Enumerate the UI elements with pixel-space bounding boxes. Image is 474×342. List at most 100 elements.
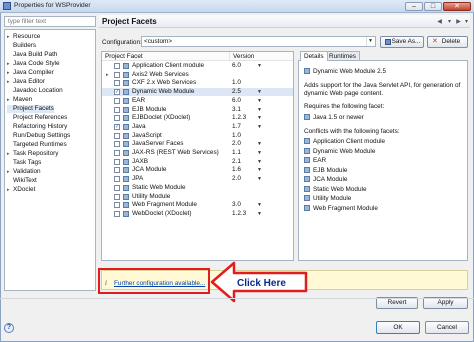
maximize-button[interactable]: □ [424, 2, 442, 11]
sidebar-item[interactable]: ▸ Validation [7, 168, 41, 176]
sidebar-item[interactable]: ▸ Task Repository [7, 150, 58, 158]
sidebar-item[interactable]: Java Build Path [7, 51, 57, 59]
version-dropdown-icon[interactable]: ▼ [257, 210, 262, 218]
chevron-down-icon: ▼ [366, 37, 374, 46]
forward-dropdown-icon[interactable]: ▾ [462, 18, 471, 26]
facet-row[interactable]: JCA Module 1.6 ▼ [102, 166, 293, 174]
sidebar-item[interactable]: ▸ Java Editor [7, 78, 45, 86]
facet-row[interactable]: Utility Module [102, 193, 293, 201]
sidebar-item[interactable]: Builders [7, 42, 36, 50]
facet-checkbox[interactable]: ✓ [114, 123, 120, 130]
ok-button[interactable]: OK [376, 321, 420, 334]
facet-row[interactable]: JavaScript 1.0 [102, 132, 293, 140]
annotation-label: Click Here [237, 278, 286, 289]
facet-checkbox[interactable] [114, 158, 120, 165]
facet-checkbox[interactable]: ✓ [114, 89, 120, 96]
facet-row[interactable]: JAX-RS (REST Web Services) 1.1 ▼ [102, 149, 293, 157]
facet-row[interactable]: ✓ Dynamic Web Module 2.5 ▼ [102, 88, 293, 97]
sidebar-item[interactable]: Project References [7, 114, 67, 122]
facet-version: 1.2.3 [232, 114, 247, 122]
sidebar-item-label: WikiText [13, 177, 37, 184]
sidebar-item-label: Validation [13, 168, 41, 175]
facet-row[interactable]: EJB Module 3.1 ▼ [102, 106, 293, 114]
facet-icon [123, 89, 129, 96]
facet-checkbox[interactable] [114, 210, 120, 217]
minimize-button[interactable]: – [405, 2, 423, 11]
facet-row[interactable]: ✓ Java 1.7 ▼ [102, 123, 293, 131]
version-dropdown-icon[interactable]: ▼ [257, 123, 262, 131]
version-dropdown-icon[interactable]: ▼ [257, 97, 262, 105]
version-dropdown-icon[interactable]: ▼ [257, 106, 262, 114]
facet-checkbox[interactable] [114, 141, 120, 148]
facet-name: JAXB [132, 157, 148, 165]
close-button[interactable]: ✕ [443, 2, 471, 11]
conflict-item-label: JCA Module [313, 176, 348, 183]
back-dropdown-icon[interactable]: ▾ [445, 18, 454, 26]
delete-button[interactable]: ✕ Delete [427, 36, 468, 48]
facet-checkbox[interactable] [114, 193, 120, 200]
sidebar-item[interactable]: Run/Debug Settings [7, 132, 70, 140]
facet-row[interactable]: Application Client module 6.0 ▼ [102, 62, 293, 70]
sidebar-item[interactable]: Refactoring History [7, 123, 67, 131]
conflict-item: Web Fragment Module [304, 204, 378, 212]
sidebar-item[interactable]: Project Facets [7, 105, 54, 113]
facet-checkbox[interactable] [114, 176, 120, 183]
splitter[interactable] [97, 16, 99, 296]
sidebar-item[interactable]: WikiText [7, 177, 37, 185]
conflicts-label: Conflicts with the following facets: [304, 128, 400, 135]
version-dropdown-icon[interactable]: ▼ [257, 175, 262, 183]
tab-details[interactable]: Details [300, 51, 328, 61]
sidebar-item[interactable]: Task Tags [7, 159, 41, 167]
facet-checkbox[interactable] [114, 167, 120, 174]
column-header-facet[interactable]: Project Facet [102, 52, 230, 61]
facet-checkbox[interactable] [114, 202, 120, 209]
facet-checkbox[interactable] [114, 132, 120, 139]
facet-checkbox[interactable] [114, 63, 120, 69]
facet-icon [123, 106, 129, 113]
sidebar-item[interactable]: ▸ Maven [7, 96, 32, 104]
facet-row[interactable]: Static Web Module [102, 184, 293, 192]
facet-checkbox[interactable] [114, 150, 120, 156]
facet-row[interactable]: ▸ Axis2 Web Services [102, 71, 293, 79]
configuration-select[interactable]: <custom> ▼ [141, 36, 376, 47]
sidebar-item[interactable]: ▸ Java Code Style [7, 60, 60, 68]
save-as-button[interactable]: Save As... [380, 36, 424, 48]
facet-row[interactable]: JAXB 2.1 ▼ [102, 158, 293, 166]
facet-checkbox[interactable] [114, 97, 120, 104]
facet-row[interactable]: Web Fragment Module 3.0 ▼ [102, 201, 293, 209]
facet-icon [304, 195, 310, 201]
facet-row[interactable]: WebDoclet (XDoclet) 1.2.3 ▼ [102, 210, 293, 218]
version-dropdown-icon[interactable]: ▼ [257, 201, 262, 209]
facet-checkbox[interactable] [114, 106, 120, 113]
version-dropdown-icon[interactable]: ▼ [257, 140, 262, 148]
facet-version: 1.2.3 [232, 209, 247, 217]
facet-row[interactable]: JavaServer Faces 2.0 ▼ [102, 140, 293, 148]
column-header-version[interactable]: Version [230, 52, 293, 61]
version-dropdown-icon[interactable]: ▼ [257, 114, 262, 122]
facet-icon [123, 141, 129, 148]
sidebar-item[interactable]: Javadoc Location [7, 87, 63, 95]
facet-row[interactable]: EJBDoclet (XDoclet) 1.2.3 ▼ [102, 114, 293, 122]
facet-row[interactable]: JPA 2.0 ▼ [102, 175, 293, 183]
facet-checkbox[interactable] [114, 71, 120, 78]
facet-checkbox[interactable] [114, 184, 120, 191]
back-icon[interactable]: ◀ [435, 18, 444, 26]
cancel-button[interactable]: Cancel [425, 321, 469, 334]
version-dropdown-icon[interactable]: ▼ [257, 166, 262, 174]
sidebar-item[interactable]: Targeted Runtimes [7, 141, 67, 149]
sidebar-item[interactable]: ▸ XDoclet [7, 186, 35, 194]
version-dropdown-icon[interactable]: ▼ [257, 62, 262, 70]
help-icon[interactable]: ? [4, 323, 14, 333]
expand-icon[interactable]: ▸ [106, 71, 109, 79]
version-dropdown-icon[interactable]: ▼ [257, 88, 262, 96]
facet-row[interactable]: EAR 6.0 ▼ [102, 97, 293, 105]
facet-row[interactable]: CXF 2.x Web Services 1.0 [102, 79, 293, 87]
version-dropdown-icon[interactable]: ▼ [257, 158, 262, 166]
sidebar-item[interactable]: ▸ Resource [7, 33, 40, 41]
facet-icon [123, 158, 129, 165]
sidebar-item[interactable]: ▸ Java Compiler [7, 69, 54, 77]
facet-checkbox[interactable] [114, 115, 120, 122]
facet-checkbox[interactable] [114, 80, 120, 87]
filter-input[interactable]: type filter text [4, 16, 96, 27]
version-dropdown-icon[interactable]: ▼ [257, 149, 262, 157]
